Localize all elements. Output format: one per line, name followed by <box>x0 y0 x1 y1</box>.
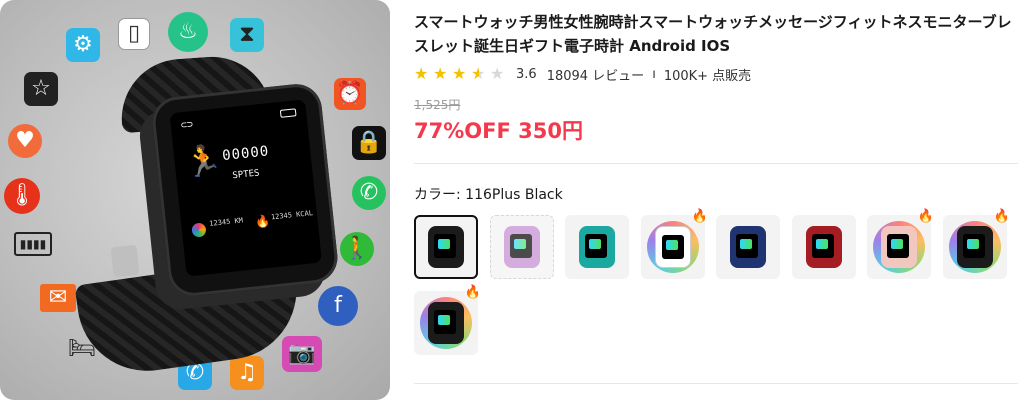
watch-side-button <box>110 244 140 278</box>
color-swatch[interactable] <box>490 215 554 279</box>
screen-battery-icon <box>279 108 297 118</box>
sold-count: 100K+ 点販売 <box>663 68 752 84</box>
rating-separator: ı <box>652 66 656 82</box>
divider <box>414 383 1018 384</box>
thermometer-icon: 🌡 <box>4 178 40 214</box>
color-swatch[interactable] <box>716 215 780 279</box>
color-swatch[interactable]: 🔥 <box>867 209 934 279</box>
swatch-watch-thumbnail <box>806 226 842 268</box>
bluetooth-link-icon: ⊂⊃ <box>180 119 194 132</box>
alarm-clock-icon: ⏰ <box>334 78 366 110</box>
heart-rate-icon: ♥ <box>8 124 42 158</box>
calories-flame-icon: ♨ <box>168 12 208 52</box>
rating-row[interactable]: ★ ★ ★ ★ ★ 3.6 18094 レビュー ı 100K+ 点販売 <box>414 64 1018 84</box>
swatch-watch-thumbnail <box>730 226 766 268</box>
product-info-panel: スマートウォッチ男性女性腕時計スマートウォッチメッセージフィットネスモニターブレ… <box>414 10 1018 384</box>
phone-vibrate-icon: ▯ <box>118 18 150 50</box>
star-icon: ★ <box>433 64 448 83</box>
color-option-label: カラー: 116Plus Black <box>414 187 563 203</box>
mail-envelope-icon: ✉ <box>40 284 76 312</box>
color-swatch[interactable] <box>414 215 478 279</box>
hot-flame-icon: 🔥 <box>917 209 934 224</box>
distance-pin-icon <box>191 222 207 238</box>
swatch-watch-thumbnail <box>579 226 615 268</box>
walking-steps-icon: 🚶 <box>340 232 374 266</box>
color-swatch[interactable]: 🔥 <box>641 209 708 279</box>
swatch-watch-thumbnail <box>428 226 464 268</box>
hot-flame-icon: 🔥 <box>993 209 1010 224</box>
color-swatch[interactable]: 🔥 <box>414 285 481 355</box>
statistics-chart-icon: ☆ <box>24 72 58 106</box>
review-count[interactable]: 18094 レビュー <box>547 65 645 84</box>
star-empty-icon: ★ <box>490 64 505 83</box>
original-price: 1,525円 <box>414 98 461 112</box>
swatch-watch-thumbnail <box>655 226 691 268</box>
swatch-watch-thumbnail <box>957 226 993 268</box>
hot-flame-icon: 🔥 <box>691 209 708 224</box>
swatch-watch-thumbnail <box>881 226 917 268</box>
watch-case: ⊂⊃ 🏃 00000 SPTES 12345 KM 🔥 12345 KCAL <box>150 81 340 299</box>
star-icon: ★ <box>414 64 429 83</box>
star-icon: ★ <box>452 64 467 83</box>
divider <box>414 163 1018 164</box>
battery-icon: ▮▮▮▮ <box>14 232 52 256</box>
rating-value: 3.6 <box>516 66 537 82</box>
product-image[interactable]: ⚙ ▯ ♨ ⧗ ☆ ⏰ ♥ 🔒 🌡 ✆ ▮▮▮▮ 🚶 ✉ f 🛏 📷 ✆ ♫ ⊂… <box>0 0 390 400</box>
swatch-watch-thumbnail <box>428 302 464 344</box>
color-swatch[interactable] <box>792 215 856 279</box>
camera-icon: 📷 <box>282 336 322 372</box>
watch-screen: ⊂⊃ 🏃 00000 SPTES 12345 KM 🔥 12345 KCAL <box>169 99 322 277</box>
settings-gear-icon: ⚙ <box>66 28 100 62</box>
runner-icon: 🏃 <box>183 142 224 182</box>
swatch-watch-thumbnail <box>504 226 540 268</box>
rating-stars: ★ ★ ★ ★ ★ <box>414 66 506 82</box>
hot-flame-icon: 🔥 <box>464 285 481 300</box>
hourglass-icon: ⧗ <box>230 18 264 52</box>
screen-step-digits: 00000 <box>221 143 271 165</box>
whatsapp-chat-icon: ✆ <box>352 176 386 210</box>
screen-steps-label: SPTES <box>231 168 260 182</box>
color-swatch[interactable]: 🔥 <box>943 209 1010 279</box>
lock-icon: 🔒 <box>352 126 386 160</box>
screen-calorie-value: 12345 KCAL <box>270 209 314 222</box>
screen-distance-value: 12345 KM <box>208 216 244 228</box>
discount-price: 77%OFF 350円 <box>414 119 583 143</box>
color-swatch[interactable] <box>565 215 629 279</box>
music-note-icon: ♫ <box>230 356 264 390</box>
facebook-icon: f <box>318 286 358 326</box>
screen-fire-icon: 🔥 <box>254 213 272 230</box>
product-title: スマートウォッチ男性女性腕時計スマートウォッチメッセージフィットネスモニターブレ… <box>414 13 1012 55</box>
star-half-icon: ★ <box>471 64 486 83</box>
